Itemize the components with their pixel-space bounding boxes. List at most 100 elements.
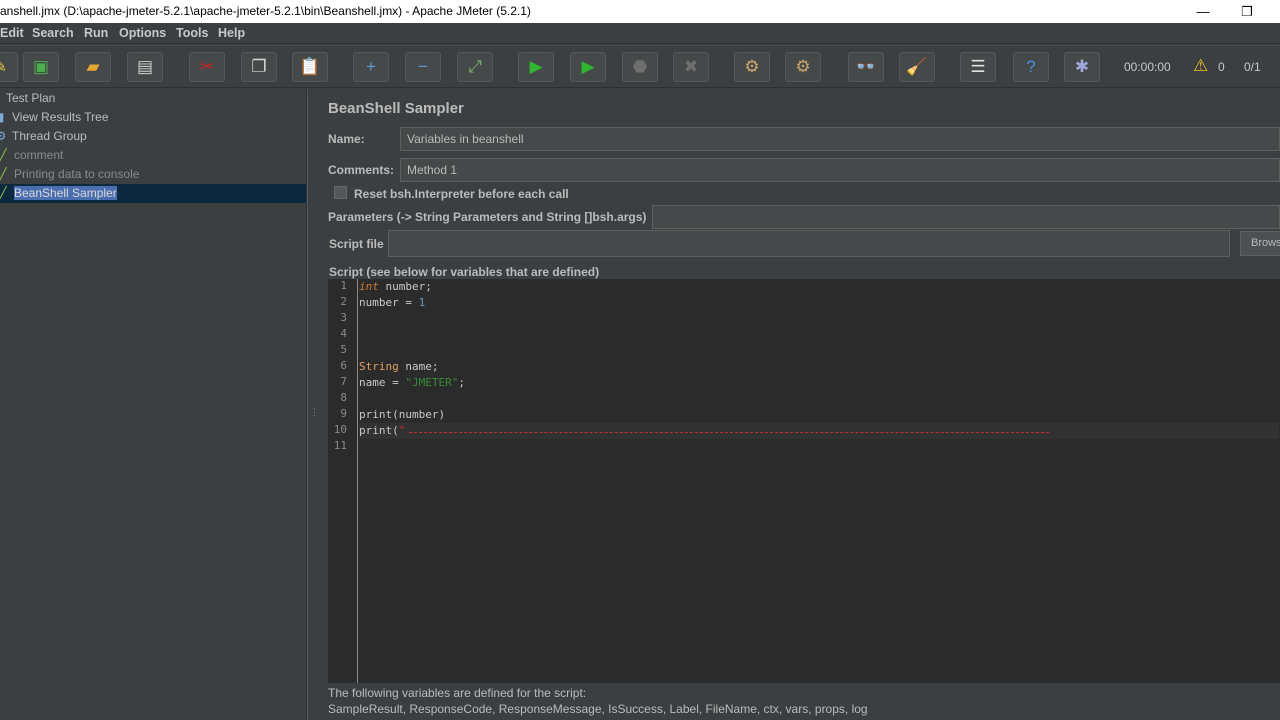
line-number: 10 (333, 423, 347, 436)
reset-search-icon: 🧹 (906, 57, 928, 76)
variables-note: The following variables are defined for … (328, 686, 587, 700)
script-editor[interactable]: 1 2 3 4 5 6 7 8 9 10 11 int number; number = 1 Strin… (328, 279, 1280, 683)
stop-button[interactable]: ⬣ (622, 52, 658, 82)
line-number: 4 (340, 327, 347, 340)
tree-node[interactable]: ⚙ Thread Group (0, 127, 306, 146)
tree-node[interactable]: ╱ comment (0, 146, 306, 165)
expand-button[interactable]: + (353, 52, 389, 82)
menu-run[interactable]: Run (84, 26, 108, 40)
restore-button[interactable]: ❐ (1224, 0, 1270, 23)
tree-node-label: Printing data to console (14, 167, 140, 181)
save-button[interactable]: ▤ (127, 52, 163, 82)
line-number: 7 (340, 375, 347, 388)
code-line[interactable]: int number; (359, 279, 432, 295)
menu-search[interactable]: Search (32, 26, 74, 40)
line-number: 2 (340, 295, 347, 308)
toggle-icon: ⤢ (468, 57, 482, 76)
name-input[interactable]: Variables in beanshell (400, 127, 1280, 151)
warning-count[interactable]: 0 (1218, 60, 1225, 74)
paste-button[interactable]: 📋 (292, 52, 328, 82)
title-bar: anshell.jmx (D:\apache-jmeter-5.2.1\apac… (0, 0, 1280, 23)
window-title: anshell.jmx (D:\apache-jmeter-5.2.1\apac… (0, 4, 531, 18)
remote-button[interactable]: ✱ (1064, 52, 1100, 82)
code-line[interactable]: number = 1 (359, 295, 425, 311)
tree-node[interactable]: ╱ BeanShell Sampler (0, 184, 306, 203)
open-button[interactable]: ▰ (75, 52, 111, 82)
line-number-gutter: 1 2 3 4 5 6 7 8 9 10 11 (328, 279, 358, 683)
warning-icon[interactable]: ⚠ (1193, 56, 1208, 76)
shutdown-icon: ✖ (683, 57, 699, 76)
menu-edit[interactable]: Edit (0, 26, 24, 40)
new-button[interactable]: ✎ (0, 52, 18, 82)
reset-search-button[interactable]: 🧹 (899, 52, 935, 82)
toggle-button[interactable]: ⤢ (457, 52, 493, 82)
panel-title: BeanShell Sampler (328, 100, 464, 117)
save-icon: ▤ (136, 57, 154, 76)
variables-list: SampleResult, ResponseCode, ResponseMess… (328, 702, 868, 716)
clear-icon: ⚙ (744, 57, 760, 76)
copy-icon: ❐ (251, 57, 267, 76)
menu-tools[interactable]: Tools (176, 26, 208, 40)
name-label: Name: (328, 132, 365, 146)
comments-label: Comments: (328, 163, 395, 177)
start-no-pauses-button[interactable]: ▶ (570, 52, 606, 82)
sampler-icon: ╱ (0, 148, 7, 162)
tree-node-label: Thread Group (12, 129, 87, 143)
code-line[interactable]: print(number) (359, 407, 445, 423)
tree-node[interactable]: ╱ Printing data to console (0, 165, 306, 184)
code-line[interactable]: name = "JMETER"; (359, 375, 465, 391)
tree-node-label: comment (14, 148, 64, 162)
help-button[interactable]: ? (1013, 52, 1049, 82)
search-button[interactable]: 👓 (848, 52, 884, 82)
syntax-error-underline (409, 432, 1049, 433)
clear-all-icon: ⚙ (795, 57, 811, 76)
code-line[interactable]: String name; (359, 359, 439, 375)
line-number: 1 (340, 279, 347, 292)
clear-button[interactable]: ⚙ (734, 52, 770, 82)
tree-node-label: View Results Tree (12, 110, 109, 124)
line-number: 5 (340, 343, 347, 356)
line-number: 8 (340, 391, 347, 404)
clear-all-button[interactable]: ⚙ (785, 52, 821, 82)
parameters-input[interactable] (652, 205, 1280, 229)
reset-interpreter-label[interactable]: Reset bsh.Interpreter before each call (354, 187, 569, 201)
function-helper-button[interactable]: ☰ (960, 52, 996, 82)
elapsed-timer: 00:00:00 (1124, 60, 1171, 74)
tree-node-label: BeanShell Sampler (14, 186, 117, 200)
new-icon: ✎ (0, 57, 7, 77)
comments-input[interactable]: Method 1 (400, 158, 1280, 182)
templates-button[interactable]: ▣ (23, 52, 59, 82)
open-icon: ▰ (86, 57, 100, 76)
paste-icon: 📋 (299, 57, 321, 76)
templates-icon: ▣ (32, 57, 50, 76)
code-line[interactable]: print(" (359, 423, 1279, 439)
tree-node-label: Test Plan (6, 91, 56, 105)
script-file-input[interactable] (388, 230, 1230, 257)
line-number: 3 (340, 311, 347, 324)
cut-button[interactable]: ✂ (189, 52, 225, 82)
toolbar: ✎ ▣ ▰ ▤ ✂ ❐ 📋 + − ⤢ ▶ ▶ ⬣ ✖ ⚙ ⚙ 👓 🧹 ☰? ✱ 00:00:00 ⚠ 0 0/1 (0, 45, 1280, 88)
reset-interpreter-checkbox[interactable] (334, 186, 347, 199)
start-icon: ▶ (529, 57, 543, 76)
copy-button[interactable]: ❐ (241, 52, 277, 82)
tree-node[interactable]: ▮ View Results Tree (0, 108, 306, 127)
active-threads: 0/1 (1244, 60, 1261, 74)
menu-help[interactable]: Help (218, 26, 245, 40)
remote-icon: ✱ (1074, 57, 1090, 76)
collapse-icon: − (418, 57, 428, 76)
collapse-button[interactable]: − (405, 52, 441, 82)
menu-bar: Edit Search Run Options Tools Help (0, 23, 1280, 44)
search-icon: 👓 (855, 57, 877, 76)
minimize-button[interactable]: — (1180, 0, 1226, 23)
splitter-handle[interactable]: ⋮ (307, 89, 319, 720)
cut-icon: ✂ (199, 57, 215, 76)
menu-options[interactable]: Options (119, 26, 166, 40)
test-plan-tree: Test Plan ▮ View Results Tree ⚙ Thread Group… (0, 89, 307, 720)
function-helper-icon: ☰ (970, 57, 986, 76)
tree-node[interactable]: Test Plan (0, 89, 306, 108)
parameters-label: Parameters (-> String Parameters and Str… (328, 210, 647, 224)
browse-button[interactable]: Browse (1240, 231, 1280, 256)
line-number: 9 (340, 407, 347, 420)
start-button[interactable]: ▶ (518, 52, 554, 82)
shutdown-button[interactable]: ✖ (673, 52, 709, 82)
